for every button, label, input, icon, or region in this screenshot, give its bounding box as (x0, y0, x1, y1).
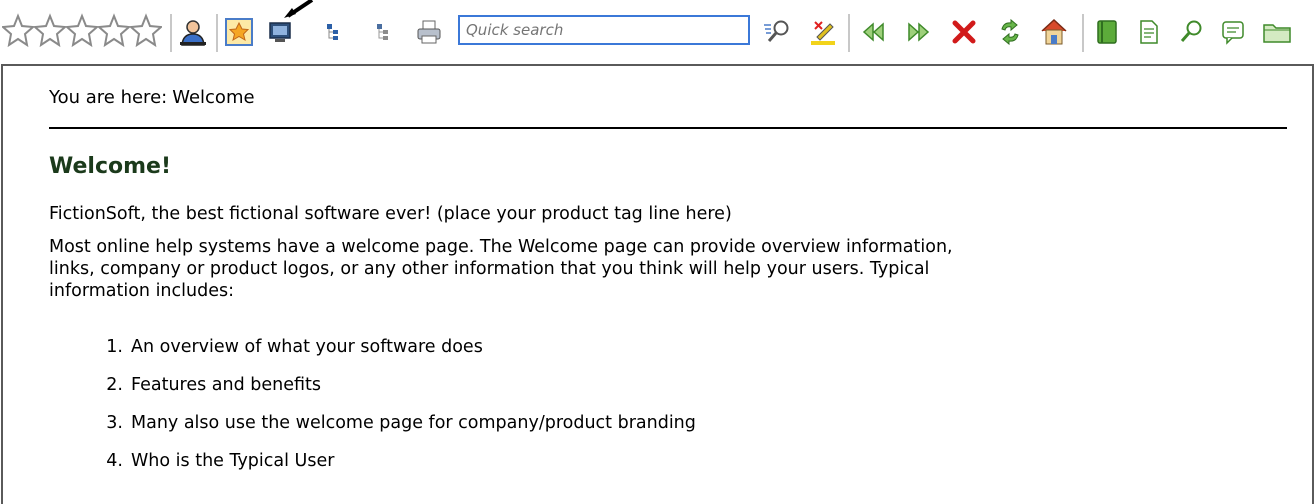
breadcrumb-current: Welcome (172, 87, 255, 108)
tagline: FictionSoft, the best fictional software… (49, 204, 732, 224)
monitor-button[interactable] (262, 14, 298, 50)
intro-paragraph: Most online help systems have a welcome … (49, 236, 1279, 302)
forward-icon (908, 22, 930, 42)
contents-button[interactable] (1088, 14, 1126, 50)
star-icon[interactable] (66, 13, 98, 49)
toolbar-separator (1082, 14, 1084, 52)
toolbar-separator (216, 14, 218, 52)
rating-stars[interactable] (2, 13, 162, 49)
star-icon[interactable] (98, 13, 130, 49)
print-icon (417, 20, 441, 44)
list-text: An overview of what your software does (131, 337, 483, 357)
toc-sync-button[interactable] (370, 14, 400, 50)
list-item: 3. Many also use the welcome page for com… (49, 412, 696, 450)
topic-frame: You are here: Welcome Welcome! FictionSo… (1, 64, 1314, 504)
refresh-icon (1001, 18, 1019, 46)
stop-icon (952, 20, 976, 44)
toolbar-separator (848, 14, 850, 52)
comment-icon (1222, 21, 1244, 45)
page-title: Welcome! (49, 154, 171, 179)
list-number: 1. (106, 337, 123, 357)
find-button[interactable] (1172, 14, 1210, 50)
list-number: 4. (106, 451, 123, 471)
list-number: 3. (106, 413, 123, 433)
highlight-button[interactable] (804, 14, 842, 50)
toolbar-separator (170, 14, 172, 52)
back-icon (862, 22, 884, 42)
user-button[interactable] (174, 14, 212, 50)
stop-button[interactable] (944, 14, 984, 50)
toc-tree-icon (327, 24, 338, 40)
intro-line: information includes: (49, 281, 234, 301)
forward-button[interactable] (898, 14, 938, 50)
toc-tree-alt-icon (377, 24, 388, 40)
user-icon (180, 20, 206, 46)
star-icon[interactable] (34, 13, 66, 49)
list-item: 1. An overview of what your software does (49, 336, 696, 374)
document-icon (1140, 20, 1158, 44)
list-item: 4. Who is the Typical User (49, 450, 696, 488)
quick-search-input[interactable] (458, 15, 750, 45)
home-icon (1041, 18, 1067, 45)
find-icon (1180, 20, 1202, 42)
search-go-icon (764, 20, 789, 42)
intro-line: links, company or product logos, or any … (49, 259, 930, 279)
star-icon[interactable] (130, 13, 162, 49)
toc-button[interactable] (320, 14, 350, 50)
star-icon[interactable] (2, 13, 34, 49)
monitor-icon (269, 22, 291, 42)
book-icon (1097, 20, 1117, 44)
list-item: 2. Features and benefits (49, 374, 696, 412)
breadcrumb: You are here: Welcome (49, 86, 1289, 110)
search-go-button[interactable] (758, 14, 796, 50)
info-list: 1. An overview of what your software does… (49, 336, 696, 488)
breadcrumb-divider (49, 127, 1287, 129)
favorites-icon (225, 18, 253, 46)
intro-line: Most online help systems have a welcome … (49, 237, 953, 257)
favorites-button[interactable] (220, 14, 258, 50)
print-button[interactable] (412, 14, 446, 50)
home-button[interactable] (1034, 14, 1074, 50)
refresh-button[interactable] (990, 14, 1030, 50)
index-button[interactable] (1130, 14, 1168, 50)
highlight-icon (811, 21, 835, 45)
list-text: Who is the Typical User (131, 451, 335, 471)
list-text: Features and benefits (131, 375, 322, 395)
help-toolbar (0, 0, 1316, 64)
list-text: Many also use the welcome page for compa… (131, 413, 696, 433)
list-number: 2. (106, 375, 123, 395)
breadcrumb-prefix: You are here: (49, 87, 168, 108)
back-button[interactable] (854, 14, 894, 50)
folder-icon (1263, 24, 1291, 43)
glossary-button[interactable] (1214, 14, 1252, 50)
browse-button[interactable] (1256, 14, 1298, 50)
